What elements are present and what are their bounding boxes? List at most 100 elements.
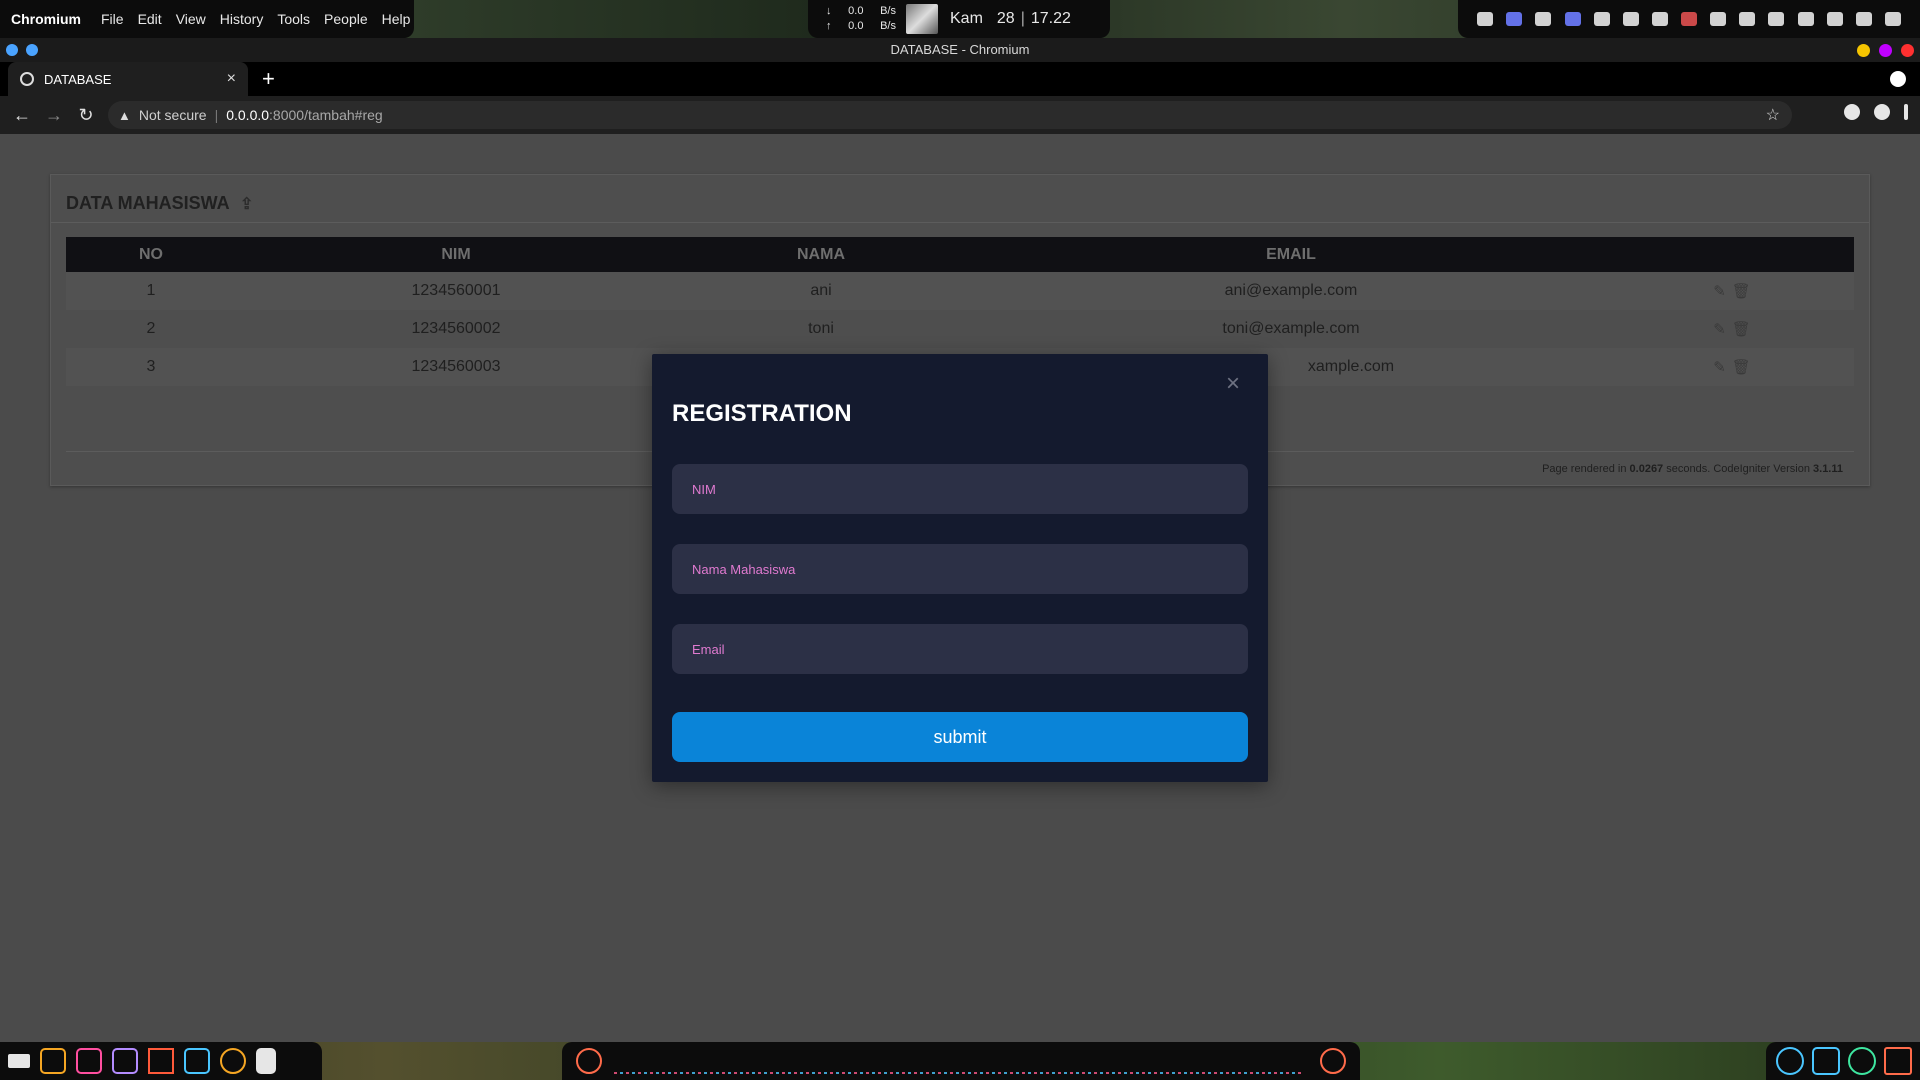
header-nama: NAMA	[797, 245, 845, 263]
nama-mahasiswa-input[interactable]	[672, 544, 1248, 594]
phone-icon[interactable]	[1768, 12, 1785, 26]
footer-time: 0.0267	[1629, 463, 1664, 475]
kebab-menu-icon[interactable]	[1904, 104, 1908, 120]
speaker-icon[interactable]	[1855, 12, 1872, 26]
edit-icon[interactable]: ✎	[1713, 359, 1732, 376]
user-icon[interactable]	[1564, 12, 1581, 26]
menu-edit[interactable]: Edit	[138, 11, 162, 27]
bolt-left-icon[interactable]	[576, 1048, 602, 1074]
row-actions: ✎🗑	[1616, 348, 1854, 386]
maximize-button[interactable]	[1879, 44, 1892, 57]
image-viewer-icon[interactable]	[112, 1048, 138, 1074]
download-unit: B/s	[880, 5, 896, 17]
modal-close-icon[interactable]: ×	[1226, 370, 1240, 398]
url-path[interactable]: :8000/tambah#reg	[269, 107, 383, 123]
menu-help[interactable]: Help	[382, 11, 411, 27]
clipboard-icon[interactable]	[1593, 12, 1610, 26]
header-no: NO	[139, 245, 163, 263]
menu-file[interactable]: File	[101, 11, 124, 27]
extensions-icon[interactable]	[1844, 104, 1860, 120]
document-icon[interactable]	[256, 1048, 276, 1074]
cell-no: 1	[146, 282, 156, 299]
clock-day: Kam	[950, 10, 983, 27]
panel-divider	[51, 222, 1869, 223]
cell-email: toni@example.com	[1222, 320, 1360, 337]
chromium-icon[interactable]	[1776, 1047, 1804, 1075]
window-sticky-icon[interactable]	[26, 44, 38, 56]
submit-button[interactable]: submit	[672, 712, 1248, 762]
titlebar-right-controls	[1857, 44, 1914, 57]
font-icon[interactable]	[148, 1048, 174, 1074]
wifi-icon[interactable]	[1826, 12, 1843, 26]
profile-icon[interactable]	[1874, 104, 1890, 120]
address-bar[interactable]: ▲ Not secure | 0.0.0.0 :8000/tambah#reg …	[108, 101, 1792, 129]
security-label[interactable]: Not secure	[139, 107, 207, 123]
notification-bell-icon[interactable]	[1477, 12, 1494, 26]
drive-icon[interactable]	[1710, 12, 1727, 26]
tab-database[interactable]: DATABASE ×	[8, 62, 248, 96]
table-row: 2 1234560002 toni toni@example.com ✎🗑	[66, 310, 1854, 348]
cell-nama: toni	[808, 320, 834, 337]
desktop-dock	[0, 1042, 1920, 1080]
email-input[interactable]	[672, 624, 1248, 674]
media-thumbnail[interactable]	[906, 4, 938, 34]
minimize-button[interactable]	[1857, 44, 1870, 57]
upload-value: 0.0	[848, 20, 864, 32]
menubar-app-name[interactable]: Chromium	[11, 11, 81, 27]
settings-gear-icon[interactable]	[220, 1048, 246, 1074]
close-tab-icon[interactable]: ×	[227, 70, 236, 88]
lightbulb-icon[interactable]	[1622, 12, 1639, 26]
trash-icon[interactable]: 🗑	[1732, 283, 1757, 300]
toolbar: ← → ↻ ▲ Not secure | 0.0.0.0 :8000/tamba…	[0, 96, 1920, 134]
trash-icon[interactable]: 🗑	[1732, 321, 1757, 338]
forward-arrow-icon[interactable]: →	[38, 105, 70, 126]
keyboard-icon[interactable]	[1797, 12, 1814, 26]
volume-icon[interactable]	[1651, 12, 1668, 26]
registration-modal: × REGISTRATION submit	[652, 354, 1268, 782]
cell-no: 2	[146, 320, 156, 337]
power-icon[interactable]	[1884, 12, 1901, 26]
download-value: 0.0	[848, 5, 864, 17]
reload-icon[interactable]: ↻	[70, 105, 102, 126]
new-tab-button[interactable]: +	[262, 66, 275, 92]
footer-middle: seconds. CodeIgniter Version	[1666, 463, 1810, 475]
system-tray	[1458, 0, 1920, 38]
bolt-right-icon[interactable]	[1320, 1048, 1346, 1074]
vscode-icon[interactable]	[1848, 1047, 1876, 1075]
edit-icon[interactable]: ✎	[1713, 283, 1732, 300]
menu-tools[interactable]: Tools	[277, 11, 310, 27]
files-app-icon[interactable]	[1884, 1047, 1912, 1075]
nim-input[interactable]	[672, 464, 1248, 514]
menu-people[interactable]: People	[324, 11, 368, 27]
close-window-button[interactable]	[1901, 44, 1914, 57]
clock-widget[interactable]: ↓ 0.0 B/s ↑ 0.0 B/s Kam 28 | 17.22	[808, 0, 1110, 38]
titlebar-left-controls	[6, 44, 38, 56]
table-row: 1 1234560001 ani ani@example.com ✎🗑	[66, 272, 1854, 310]
window-pin-icon[interactable]	[6, 44, 18, 56]
terminal-app-icon[interactable]	[1812, 1047, 1840, 1075]
tab-search-icon[interactable]	[1890, 71, 1906, 87]
display-icon[interactable]	[1739, 12, 1756, 26]
bluetooth-icon[interactable]	[1506, 12, 1523, 26]
battery-icon[interactable]	[1681, 12, 1697, 26]
clock-time: 17.22	[1030, 10, 1071, 27]
folder-icon[interactable]	[40, 1048, 66, 1074]
window-titlebar: DATABASE - Chromium	[0, 38, 1920, 62]
trash-icon[interactable]: 🗑	[1732, 359, 1757, 376]
warning-icon[interactable]: ▲	[118, 108, 131, 123]
edit-icon[interactable]: ✎	[1713, 321, 1732, 338]
terminal-icon[interactable]	[184, 1048, 210, 1074]
mountain-menu-icon[interactable]	[8, 1054, 30, 1068]
cell-nim: 1234560002	[411, 320, 501, 337]
record-icon[interactable]	[1535, 12, 1552, 26]
header-nim: NIM	[441, 245, 471, 263]
bookmark-star-icon[interactable]: ☆	[1766, 105, 1780, 125]
menu-view[interactable]: View	[176, 11, 206, 27]
url-host[interactable]: 0.0.0.0	[226, 107, 269, 123]
upload-arrow-icon: ↑	[826, 20, 832, 32]
upload-icon[interactable]: ⇪	[240, 196, 253, 213]
back-arrow-icon[interactable]: ←	[6, 105, 38, 126]
audio-visualizer	[614, 1072, 1304, 1074]
edit-note-icon[interactable]	[76, 1048, 102, 1074]
menu-history[interactable]: History	[220, 11, 264, 27]
